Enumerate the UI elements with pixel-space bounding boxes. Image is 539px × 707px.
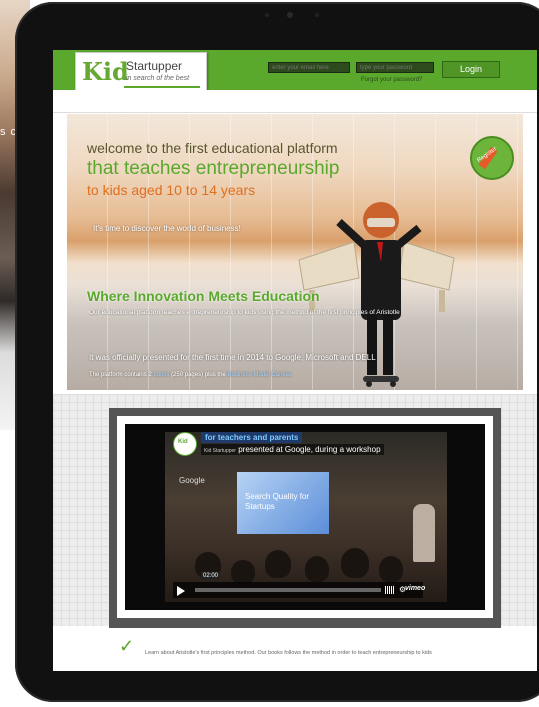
email-field[interactable] (268, 62, 350, 73)
books-link[interactable]: books (153, 372, 169, 378)
audience-head (305, 556, 329, 582)
hero-tagline: Where Innovation Meets Education (87, 288, 320, 304)
logo-kid-text: Kid (82, 57, 129, 86)
video-title-overlay: Kid for teachers and parents Kid Startup… (173, 432, 413, 464)
vimeo-logo[interactable]: vimeo (405, 585, 425, 592)
header-spacer (53, 90, 537, 113)
hero-presented-text: It was officially presented for the firs… (89, 353, 376, 362)
tablet-device: Kid Startupper in search of the best For… (15, 2, 539, 702)
audience-head (231, 560, 255, 584)
bottom-info: ✓ Learn about Aristotle's first principl… (53, 630, 537, 671)
logo-tagline: in search of the best (126, 75, 190, 82)
platform-prefix: The platform contains 2 (89, 372, 152, 378)
hero-headline: that teaches entrepreneurship (87, 158, 340, 179)
presenter-figure (413, 504, 435, 562)
audience-head (265, 550, 291, 578)
site-header: Kid Startupper in search of the best For… (53, 50, 537, 94)
video-tag: for teachers and parents (201, 432, 303, 443)
hero-platform-text: The platform contains 2 books (250 pages… (89, 372, 292, 378)
canvas-link[interactable]: Business Model Canvas (227, 372, 291, 378)
video-progress-bar[interactable] (195, 588, 381, 592)
method-info-text[interactable]: Learn about Aristotle's first principles… (145, 650, 432, 656)
register-badge[interactable]: Register (470, 136, 514, 180)
hero-age-text: to kids aged 10 to 14 years (87, 182, 256, 198)
sensor-right (315, 13, 319, 17)
video-title-text: presented at Google, during a workshop (238, 445, 381, 454)
projector-text: Search Quality for Startups (245, 492, 310, 511)
sensor-left (265, 13, 269, 17)
google-label: Google (179, 476, 205, 485)
camera-icon (287, 12, 293, 18)
video-channel-logo[interactable]: Kid (173, 432, 197, 456)
video-frame: Google Search Quality for Startups Kid f… (109, 408, 501, 628)
video-title-small: Kid Startupper (204, 448, 236, 454)
forgot-password-link[interactable]: Forgot your password? (361, 77, 422, 83)
site-logo[interactable]: Kid Startupper in search of the best (75, 52, 207, 94)
hero-discover-text: It's time to discover the world of busin… (93, 224, 241, 233)
play-icon[interactable] (177, 586, 185, 596)
logo-name-text: Startupper (126, 59, 183, 73)
audience-head (341, 548, 369, 578)
audience-head (379, 556, 403, 582)
video-time: 02:00 (201, 572, 221, 580)
hero-welcome-text: welcome to the first educational platfor… (87, 140, 338, 156)
video-player[interactable]: Google Search Quality for Startups Kid f… (125, 424, 485, 610)
hero-description: Our educational platform teaches entrepr… (89, 309, 400, 316)
video-section: Google Search Quality for Startups Kid f… (53, 394, 537, 628)
platform-mid: (250 pages) plus the (171, 372, 226, 378)
logo-underline (124, 86, 200, 88)
volume-icon[interactable] (385, 586, 395, 594)
password-field[interactable] (356, 62, 434, 73)
video-logo-text: Kid (178, 439, 188, 445)
video-title[interactable]: Kid Startupper presented at Google, duri… (201, 444, 384, 455)
video-controls: 02:00 ⚙ vimeo (173, 572, 425, 598)
tablet-screen: Kid Startupper in search of the best For… (53, 50, 537, 671)
checkmark-icon: ✓ (119, 636, 135, 656)
hero-banner: welcome to the first educational platfor… (67, 114, 523, 390)
login-button[interactable]: Login (442, 61, 500, 78)
